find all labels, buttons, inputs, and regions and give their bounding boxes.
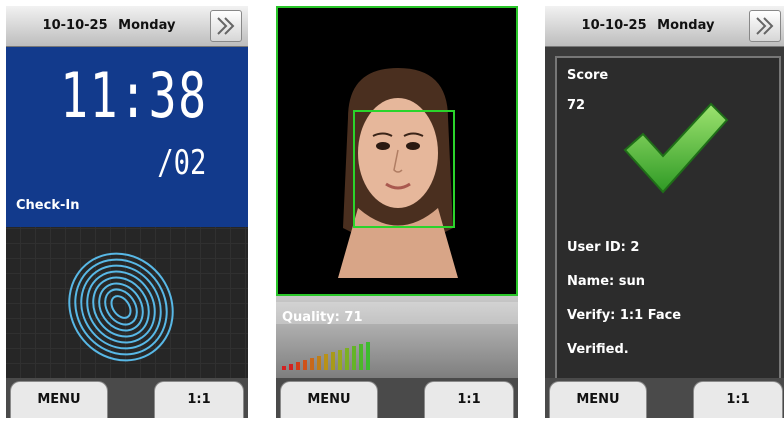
verify-mode-button[interactable]: 1:1 xyxy=(693,381,783,418)
fingerprint-area xyxy=(6,227,248,378)
verify-result-text: Verified. xyxy=(567,342,629,357)
menu-label: MENU xyxy=(307,392,351,407)
double-chevron-right-icon xyxy=(756,17,774,35)
menu-button[interactable]: MENU xyxy=(280,381,378,418)
menu-button[interactable]: MENU xyxy=(549,381,647,418)
clock-area: 11:38 /02 Check-In xyxy=(6,47,248,227)
day-text: Monday xyxy=(118,18,176,33)
score-value: 72 xyxy=(567,98,586,113)
quality-area: Quality: 71 xyxy=(276,296,518,378)
face-capture-screen: Quality: 71 MENU 1:1 xyxy=(276,6,518,418)
menu-button[interactable]: MENU xyxy=(10,381,108,418)
date-time-display: 10-10-25 Monday xyxy=(545,6,751,46)
verify-mode-label: 1:1 xyxy=(457,392,481,407)
bottom-bar: MENU 1:1 xyxy=(545,378,784,418)
next-page-button[interactable] xyxy=(210,10,242,42)
bottom-bar: MENU 1:1 xyxy=(6,378,248,418)
result-box: Score 72 User ID: 2 Name: sun Verify: 1:… xyxy=(555,56,781,380)
quality-text: Quality: 71 xyxy=(282,310,363,325)
clock-date: /02 xyxy=(156,143,206,183)
camera-preview xyxy=(276,6,518,296)
status-bar: 10-10-25 Monday xyxy=(545,6,784,47)
status-bar: 10-10-25 Monday xyxy=(6,6,248,47)
verification-result-screen: 10-10-25 Monday Score 72 User ID: 2 Name… xyxy=(545,6,784,418)
face-detection-box xyxy=(353,110,455,228)
next-page-button[interactable] xyxy=(749,10,781,42)
quality-meter-icon xyxy=(282,342,370,370)
menu-label: MENU xyxy=(37,392,81,407)
verify-mode-label: 1:1 xyxy=(187,392,211,407)
date-text: 10-10-25 xyxy=(42,18,108,33)
verify-mode-button[interactable]: 1:1 xyxy=(154,381,244,418)
verify-mode-button[interactable]: 1:1 xyxy=(424,381,514,418)
user-name-text: Name: sun xyxy=(567,274,645,289)
day-text: Monday xyxy=(657,18,715,33)
fingerprint-icon xyxy=(68,252,174,362)
date-text: 10-10-25 xyxy=(581,18,647,33)
double-chevron-right-icon xyxy=(217,17,235,35)
attendance-status: Check-In xyxy=(16,198,80,213)
clock-time: 11:38 xyxy=(60,59,208,132)
user-id-text: User ID: 2 xyxy=(567,240,640,255)
checkmark-icon xyxy=(623,102,729,194)
standby-screen: 10-10-25 Monday 11:38 /02 Check-In MENU … xyxy=(6,6,248,418)
bottom-bar: MENU 1:1 xyxy=(276,378,518,418)
score-label: Score xyxy=(567,68,609,83)
verify-mode-label: 1:1 xyxy=(726,392,750,407)
menu-label: MENU xyxy=(576,392,620,407)
date-time-display: 10-10-25 Monday xyxy=(6,6,212,46)
verify-method-text: Verify: 1:1 Face xyxy=(567,308,682,323)
